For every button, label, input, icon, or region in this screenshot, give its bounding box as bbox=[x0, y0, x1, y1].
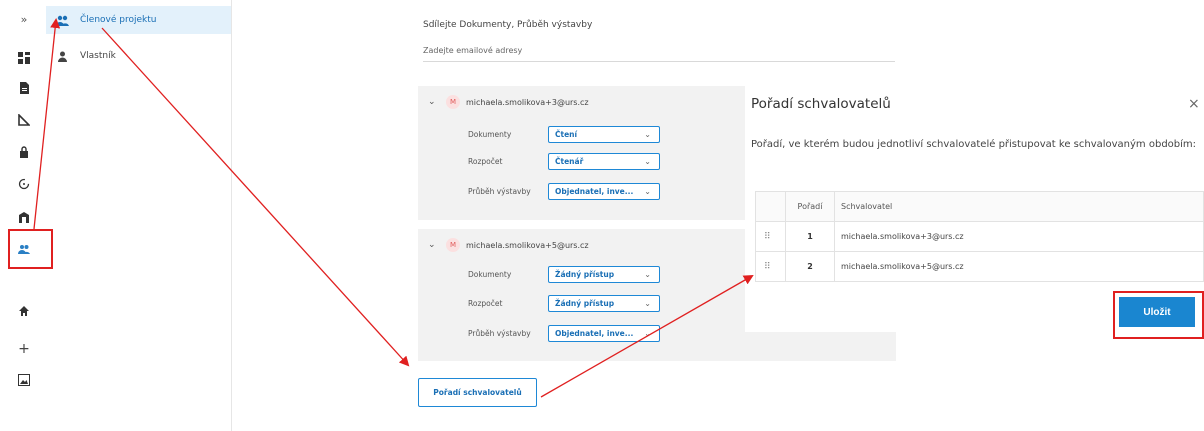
permission-select-construction[interactable]: Objednatel, inve... ⌄ bbox=[548, 183, 660, 200]
column-header: Schvalovatel bbox=[834, 191, 1204, 222]
image-icon[interactable] bbox=[17, 373, 31, 387]
dialog-description: Pořadí, ve kterém budou jednotliví schva… bbox=[751, 139, 1197, 150]
chevron-down-icon[interactable]: ⌄ bbox=[428, 97, 438, 107]
approver-cell: michaela.smolikova+5@urs.cz bbox=[834, 251, 1204, 282]
highlight-box bbox=[8, 229, 53, 269]
chevron-down-icon: ⌄ bbox=[644, 130, 651, 139]
permission-select-construction[interactable]: Objednatel, inve... ⌄ bbox=[548, 325, 660, 342]
person-icon bbox=[56, 50, 70, 62]
chevron-down-icon: ⌄ bbox=[644, 270, 651, 279]
permission-label: Dokumenty bbox=[468, 130, 512, 139]
approver-cell: michaela.smolikova+3@urs.cz bbox=[834, 221, 1204, 252]
column-header: Pořadí bbox=[785, 191, 835, 222]
avatar: M bbox=[446, 95, 460, 109]
document-icon[interactable] bbox=[17, 81, 31, 95]
member-email: michaela.smolikova+3@urs.cz bbox=[466, 97, 589, 107]
sidebar-item-label: Vlastník bbox=[80, 51, 116, 61]
sidebar-item-owner[interactable]: Vlastník bbox=[46, 42, 231, 70]
permission-label: Rozpočet bbox=[468, 157, 503, 166]
chevron-down-icon: ⌄ bbox=[644, 329, 651, 338]
select-value: Žádný přístup bbox=[555, 270, 615, 279]
close-icon[interactable]: × bbox=[1188, 96, 1200, 112]
permission-label: Průběh výstavby bbox=[468, 329, 531, 338]
permission-label: Dokumenty bbox=[468, 270, 512, 279]
users-icon bbox=[56, 14, 70, 26]
select-value: Objednatel, inve... bbox=[555, 187, 634, 196]
sidebar-item-project-members[interactable]: Členové projektu bbox=[46, 6, 231, 34]
permission-select-documents[interactable]: Žádný přístup ⌄ bbox=[548, 266, 660, 283]
member-header[interactable]: ⌄ M michaela.smolikova+3@urs.cz bbox=[428, 95, 589, 109]
sidebar: Členové projektu Vlastník bbox=[46, 0, 232, 431]
drag-handle-icon[interactable]: ⠿ bbox=[755, 221, 786, 252]
table-row[interactable]: ⠿ 1 michaela.smolikova+3@urs.cz bbox=[755, 221, 1204, 252]
building-icon[interactable] bbox=[17, 210, 31, 224]
table-header: Pořadí Schvalovatel bbox=[755, 191, 1204, 222]
approver-order-button[interactable]: Pořadí schvalovatelů bbox=[418, 378, 537, 407]
ruler-icon[interactable] bbox=[17, 113, 31, 127]
order-cell: 2 bbox=[785, 251, 835, 282]
chevron-down-icon: ⌄ bbox=[644, 187, 651, 196]
member-email: michaela.smolikova+5@urs.cz bbox=[466, 240, 589, 250]
highlight-box bbox=[1113, 291, 1204, 339]
expand-icon[interactable]: » bbox=[17, 12, 31, 26]
select-value: Objednatel, inve... bbox=[555, 329, 634, 338]
select-value: Žádný přístup bbox=[555, 299, 615, 308]
sidebar-item-label: Členové projektu bbox=[80, 15, 157, 25]
page-title: Sdílejte Dokumenty, Průběh výstavby bbox=[423, 20, 593, 30]
select-value: Čtenář bbox=[555, 157, 584, 166]
icon-rail: » + bbox=[0, 0, 46, 431]
table-row[interactable]: ⠿ 2 michaela.smolikova+5@urs.cz bbox=[755, 251, 1204, 282]
permission-select-budget[interactable]: Žádný přístup ⌄ bbox=[548, 295, 660, 312]
permission-label: Rozpočet bbox=[468, 299, 503, 308]
approver-table: Pořadí Schvalovatel ⠿ 1 michaela.smoliko… bbox=[755, 191, 1204, 282]
member-header[interactable]: ⌄ M michaela.smolikova+5@urs.cz bbox=[428, 238, 589, 252]
drag-handle-icon[interactable]: ⠿ bbox=[755, 251, 786, 282]
plus-icon[interactable]: + bbox=[17, 341, 31, 357]
dialog-title: Pořadí schvalovatelů bbox=[751, 96, 891, 112]
lock-icon[interactable] bbox=[17, 145, 31, 159]
permission-select-documents[interactable]: Čtení ⌄ bbox=[548, 126, 660, 143]
select-value: Čtení bbox=[555, 130, 578, 139]
column-header bbox=[755, 191, 786, 222]
order-cell: 1 bbox=[785, 221, 835, 252]
refresh-icon[interactable] bbox=[17, 177, 31, 191]
home-icon[interactable] bbox=[17, 304, 31, 318]
permission-select-budget[interactable]: Čtenář ⌄ bbox=[548, 153, 660, 170]
avatar: M bbox=[446, 238, 460, 252]
chevron-down-icon[interactable]: ⌄ bbox=[428, 240, 438, 250]
email-field[interactable] bbox=[423, 40, 895, 62]
dashboard-icon[interactable] bbox=[17, 51, 31, 65]
chevron-down-icon: ⌄ bbox=[644, 299, 651, 308]
chevron-down-icon: ⌄ bbox=[644, 157, 651, 166]
permission-label: Průběh výstavby bbox=[468, 187, 531, 196]
